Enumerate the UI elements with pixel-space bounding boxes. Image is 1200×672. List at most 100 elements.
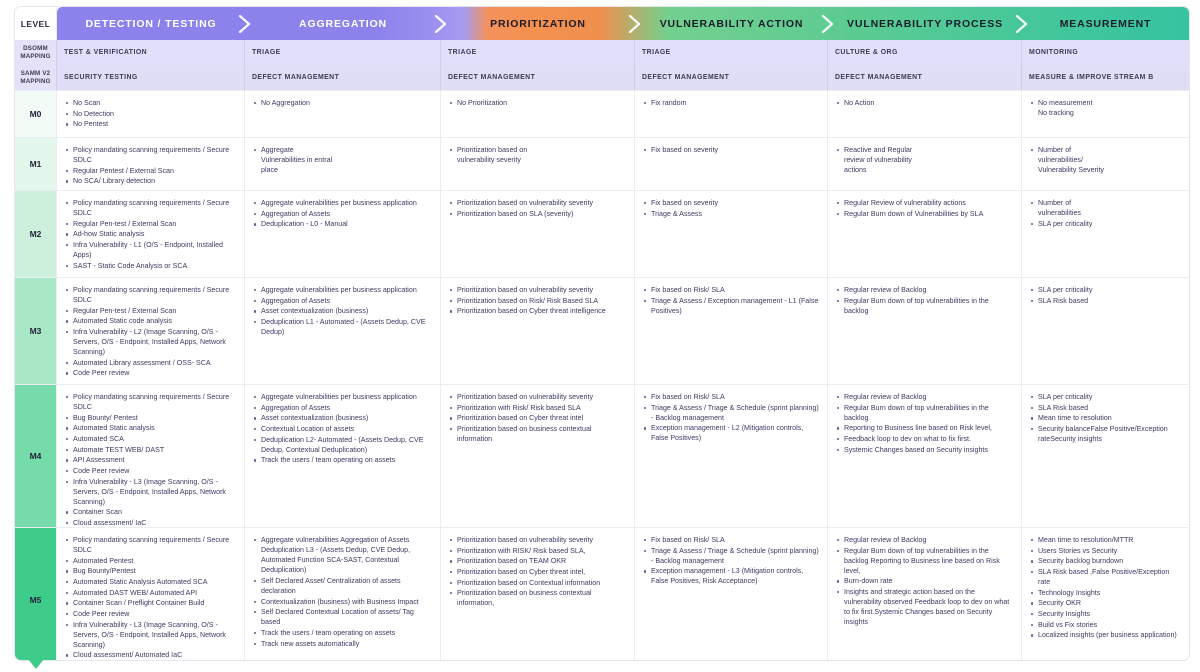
mapping-cell-dsomm-aggregation: TRIAGE bbox=[245, 40, 441, 65]
practice-list: Prioritization based on vulnerability se… bbox=[447, 285, 626, 316]
practice-item: Aggregate vulnerabilities per business a… bbox=[253, 392, 432, 402]
practice-list: Prioritization based on vulnerability se… bbox=[447, 145, 626, 165]
practice-list: Fix based on Risk/ SLA Triage & Assess / … bbox=[641, 392, 819, 444]
practice-item: No Pentest bbox=[65, 119, 236, 129]
practice-item: Self Declared Asset/ Centralization of a… bbox=[253, 576, 432, 596]
practice-item: Prioritization based on vulnerability se… bbox=[449, 145, 626, 165]
stream-header-label: MEASUREMENT bbox=[1059, 17, 1152, 30]
stream-header-prioritization[interactable]: PRIORITIZATION bbox=[441, 7, 641, 40]
cell-M0-vuln-action: Fix random bbox=[635, 91, 828, 137]
cell-M5-prioritization: Prioritization based on vulnerability se… bbox=[441, 528, 635, 660]
practice-item: Policy mandating scanning requirements /… bbox=[65, 145, 236, 165]
cell-M1-vuln-action: Fix based on severity bbox=[635, 138, 828, 190]
practice-item: Cloud assessment/ IaC bbox=[65, 518, 236, 527]
practice-item: Deduplication L1 - Automated - (Assets D… bbox=[253, 317, 432, 337]
practice-list: Fix based on Risk/ SLA Triage & Assess / … bbox=[641, 285, 819, 316]
practice-item: Triage & Assess bbox=[643, 209, 819, 219]
practice-item: Policy mandating scanning requirements /… bbox=[65, 535, 236, 555]
practice-item: Container Scan bbox=[65, 507, 236, 517]
level-row-M1: M1 Policy mandating scanning requirements… bbox=[15, 137, 1189, 190]
cell-M3-measurement: SLA per criticality SLA Risk based bbox=[1022, 278, 1189, 384]
practice-item: Track new assets automatically bbox=[253, 639, 432, 649]
stream-header-vuln-process[interactable]: VULNERABILITY PROCESS bbox=[828, 7, 1028, 40]
level-row-M2: M2 Policy mandating scanning requirements… bbox=[15, 190, 1189, 277]
practice-item: Asset contextualization (business) bbox=[253, 306, 432, 316]
practice-item: Code Peer review bbox=[65, 368, 236, 378]
cell-M5-vuln-process: Regular review of Backlog Regular Burn do… bbox=[828, 528, 1022, 660]
chevron-right-icon bbox=[1015, 14, 1029, 33]
mapping-cell-dsomm-prioritization: TRIAGE bbox=[441, 40, 635, 65]
practice-item: Automated Pentest bbox=[65, 556, 236, 566]
practice-list: No Action bbox=[834, 98, 1013, 108]
practice-item: Automated DAST WEB/ Automated API bbox=[65, 588, 236, 598]
practice-item: Infra Vulnerability - L2 (Image Scanning… bbox=[65, 327, 236, 357]
practice-item: Number of vulnerabilities bbox=[1030, 198, 1181, 218]
level-row-M3: M3 Policy mandating scanning requirements… bbox=[15, 277, 1189, 384]
practice-item: Container Scan / Preflight Container Bui… bbox=[65, 598, 236, 608]
practice-list: Reactive and Regular review of vulnerabi… bbox=[834, 145, 1013, 175]
level-badge-label: M4 bbox=[29, 451, 42, 461]
practice-list: Fix random bbox=[641, 98, 819, 108]
level-badge-M1[interactable]: M1 bbox=[15, 138, 57, 190]
cell-M4-vuln-action: Fix based on Risk/ SLA Triage & Assess / … bbox=[635, 385, 828, 527]
practice-item: Asset contextualization (business) bbox=[253, 413, 432, 423]
practice-item: Regular Burn down of top vulnerabilities… bbox=[836, 403, 1013, 423]
mapping-label-line2: MAPPING bbox=[20, 52, 51, 60]
practice-item: Policy mandating scanning requirements /… bbox=[65, 392, 236, 412]
practice-item: Aggregation of Assets bbox=[253, 403, 432, 413]
level-badge-M4[interactable]: M4 bbox=[15, 385, 57, 527]
stream-header-measurement[interactable]: MEASUREMENT bbox=[1022, 7, 1189, 40]
practice-item: Automate TEST WEB/ DAST bbox=[65, 445, 236, 455]
practice-item: Aggregate vulnerabilities per business a… bbox=[253, 198, 432, 208]
mapping-label-line1: DSOMM bbox=[23, 44, 48, 52]
practice-item: API Assessment bbox=[65, 455, 236, 465]
practice-list: Aggregate vulnerabilities per business a… bbox=[251, 392, 432, 465]
cell-M1-vuln-process: Reactive and Regular review of vulnerabi… bbox=[828, 138, 1022, 190]
practice-item: No Scan bbox=[65, 98, 236, 108]
practice-list: Policy mandating scanning requirements /… bbox=[63, 285, 236, 379]
cell-M5-vuln-action: Fix based on Risk/ SLA Triage & Assess / … bbox=[635, 528, 828, 660]
cell-M2-vuln-process: Regular Review of vulnerability actions R… bbox=[828, 191, 1022, 277]
practice-item: SLA Risk based ,False Positive/Exception… bbox=[1030, 567, 1181, 587]
practice-item: Number of vulnerabilities/ Vulnerability… bbox=[1030, 145, 1181, 175]
practice-list: Prioritization based on vulnerability se… bbox=[447, 535, 626, 608]
practice-item: Systemic Changes based on Security insig… bbox=[836, 445, 1013, 455]
practice-list: Regular review of Backlog Regular Burn do… bbox=[834, 285, 1013, 316]
practice-item: Policy mandating scanning requirements /… bbox=[65, 198, 236, 218]
chevron-right-icon bbox=[238, 14, 252, 33]
cell-M5-aggregation: Aggregate vulnerabilities Aggregation of… bbox=[245, 528, 441, 660]
practice-list: Fix based on Risk/ SLA Triage & Assess / … bbox=[641, 535, 819, 587]
practice-item: Mean time to resolution bbox=[1030, 413, 1181, 423]
practice-item: Self Declared Contextual Location of ass… bbox=[253, 607, 432, 627]
practice-item: Infra Vulnerability - L3 (Image Scanning… bbox=[65, 477, 236, 507]
mapping-cell-dsomm-measurement: MONITORING bbox=[1029, 49, 1079, 56]
level-badge-M2[interactable]: M2 bbox=[15, 191, 57, 277]
practice-item: Users Stories vs Security bbox=[1030, 546, 1181, 556]
practice-item: SLA Risk based bbox=[1030, 296, 1181, 306]
practice-item: Security OKR bbox=[1030, 598, 1181, 608]
practice-item: Fix based on Risk/ SLA bbox=[643, 392, 819, 402]
cell-M2-measurement: Number of vulnerabilities SLA per critica… bbox=[1022, 191, 1189, 277]
practice-list: Mean time to resolution/MTTR Users Storie… bbox=[1028, 535, 1181, 640]
practice-item: Infra Vulnerability - L1 (O/S - Endpoint… bbox=[65, 240, 236, 260]
mapping-cell-dsomm-detection: TEST & VERIFICATION bbox=[57, 40, 245, 65]
level-badge-M0[interactable]: M0 bbox=[15, 91, 57, 137]
practice-list: Policy mandating scanning requirements /… bbox=[63, 535, 236, 660]
practice-list: Policy mandating scanning requirements /… bbox=[63, 198, 236, 271]
practice-list: SLA per criticality SLA Risk based Mean ti… bbox=[1028, 392, 1181, 444]
stream-header-aggregation[interactable]: AGGREGATION bbox=[245, 7, 447, 40]
practice-item: Triage & Assess / Exception management -… bbox=[643, 296, 819, 315]
practice-item: Build vs Fix stories bbox=[1030, 620, 1181, 630]
practice-item: Regular review of Backlog bbox=[836, 535, 1013, 545]
practice-item: No Action bbox=[836, 98, 1013, 108]
practice-item: Bug Bounty/Pentest bbox=[65, 566, 236, 576]
level-badge-M3[interactable]: M3 bbox=[15, 278, 57, 384]
practice-item: SAST - Static Code Analysis or SCA bbox=[65, 261, 236, 271]
practice-item: Localized insights (per business applica… bbox=[1030, 630, 1181, 640]
stream-header-label: AGGREGATION bbox=[299, 17, 387, 30]
practice-list: Number of vulnerabilities/ Vulnerability… bbox=[1028, 145, 1181, 175]
stream-header-vuln-action[interactable]: VULNERABILITY ACTION bbox=[635, 7, 834, 40]
level-badge-M5[interactable]: M5 bbox=[15, 528, 57, 660]
stream-header-detection[interactable]: DETECTION / TESTING bbox=[57, 7, 251, 40]
maturity-matrix-table: LEVEL DETECTION / TESTING AGGREGATION PRIO… bbox=[14, 6, 1190, 661]
